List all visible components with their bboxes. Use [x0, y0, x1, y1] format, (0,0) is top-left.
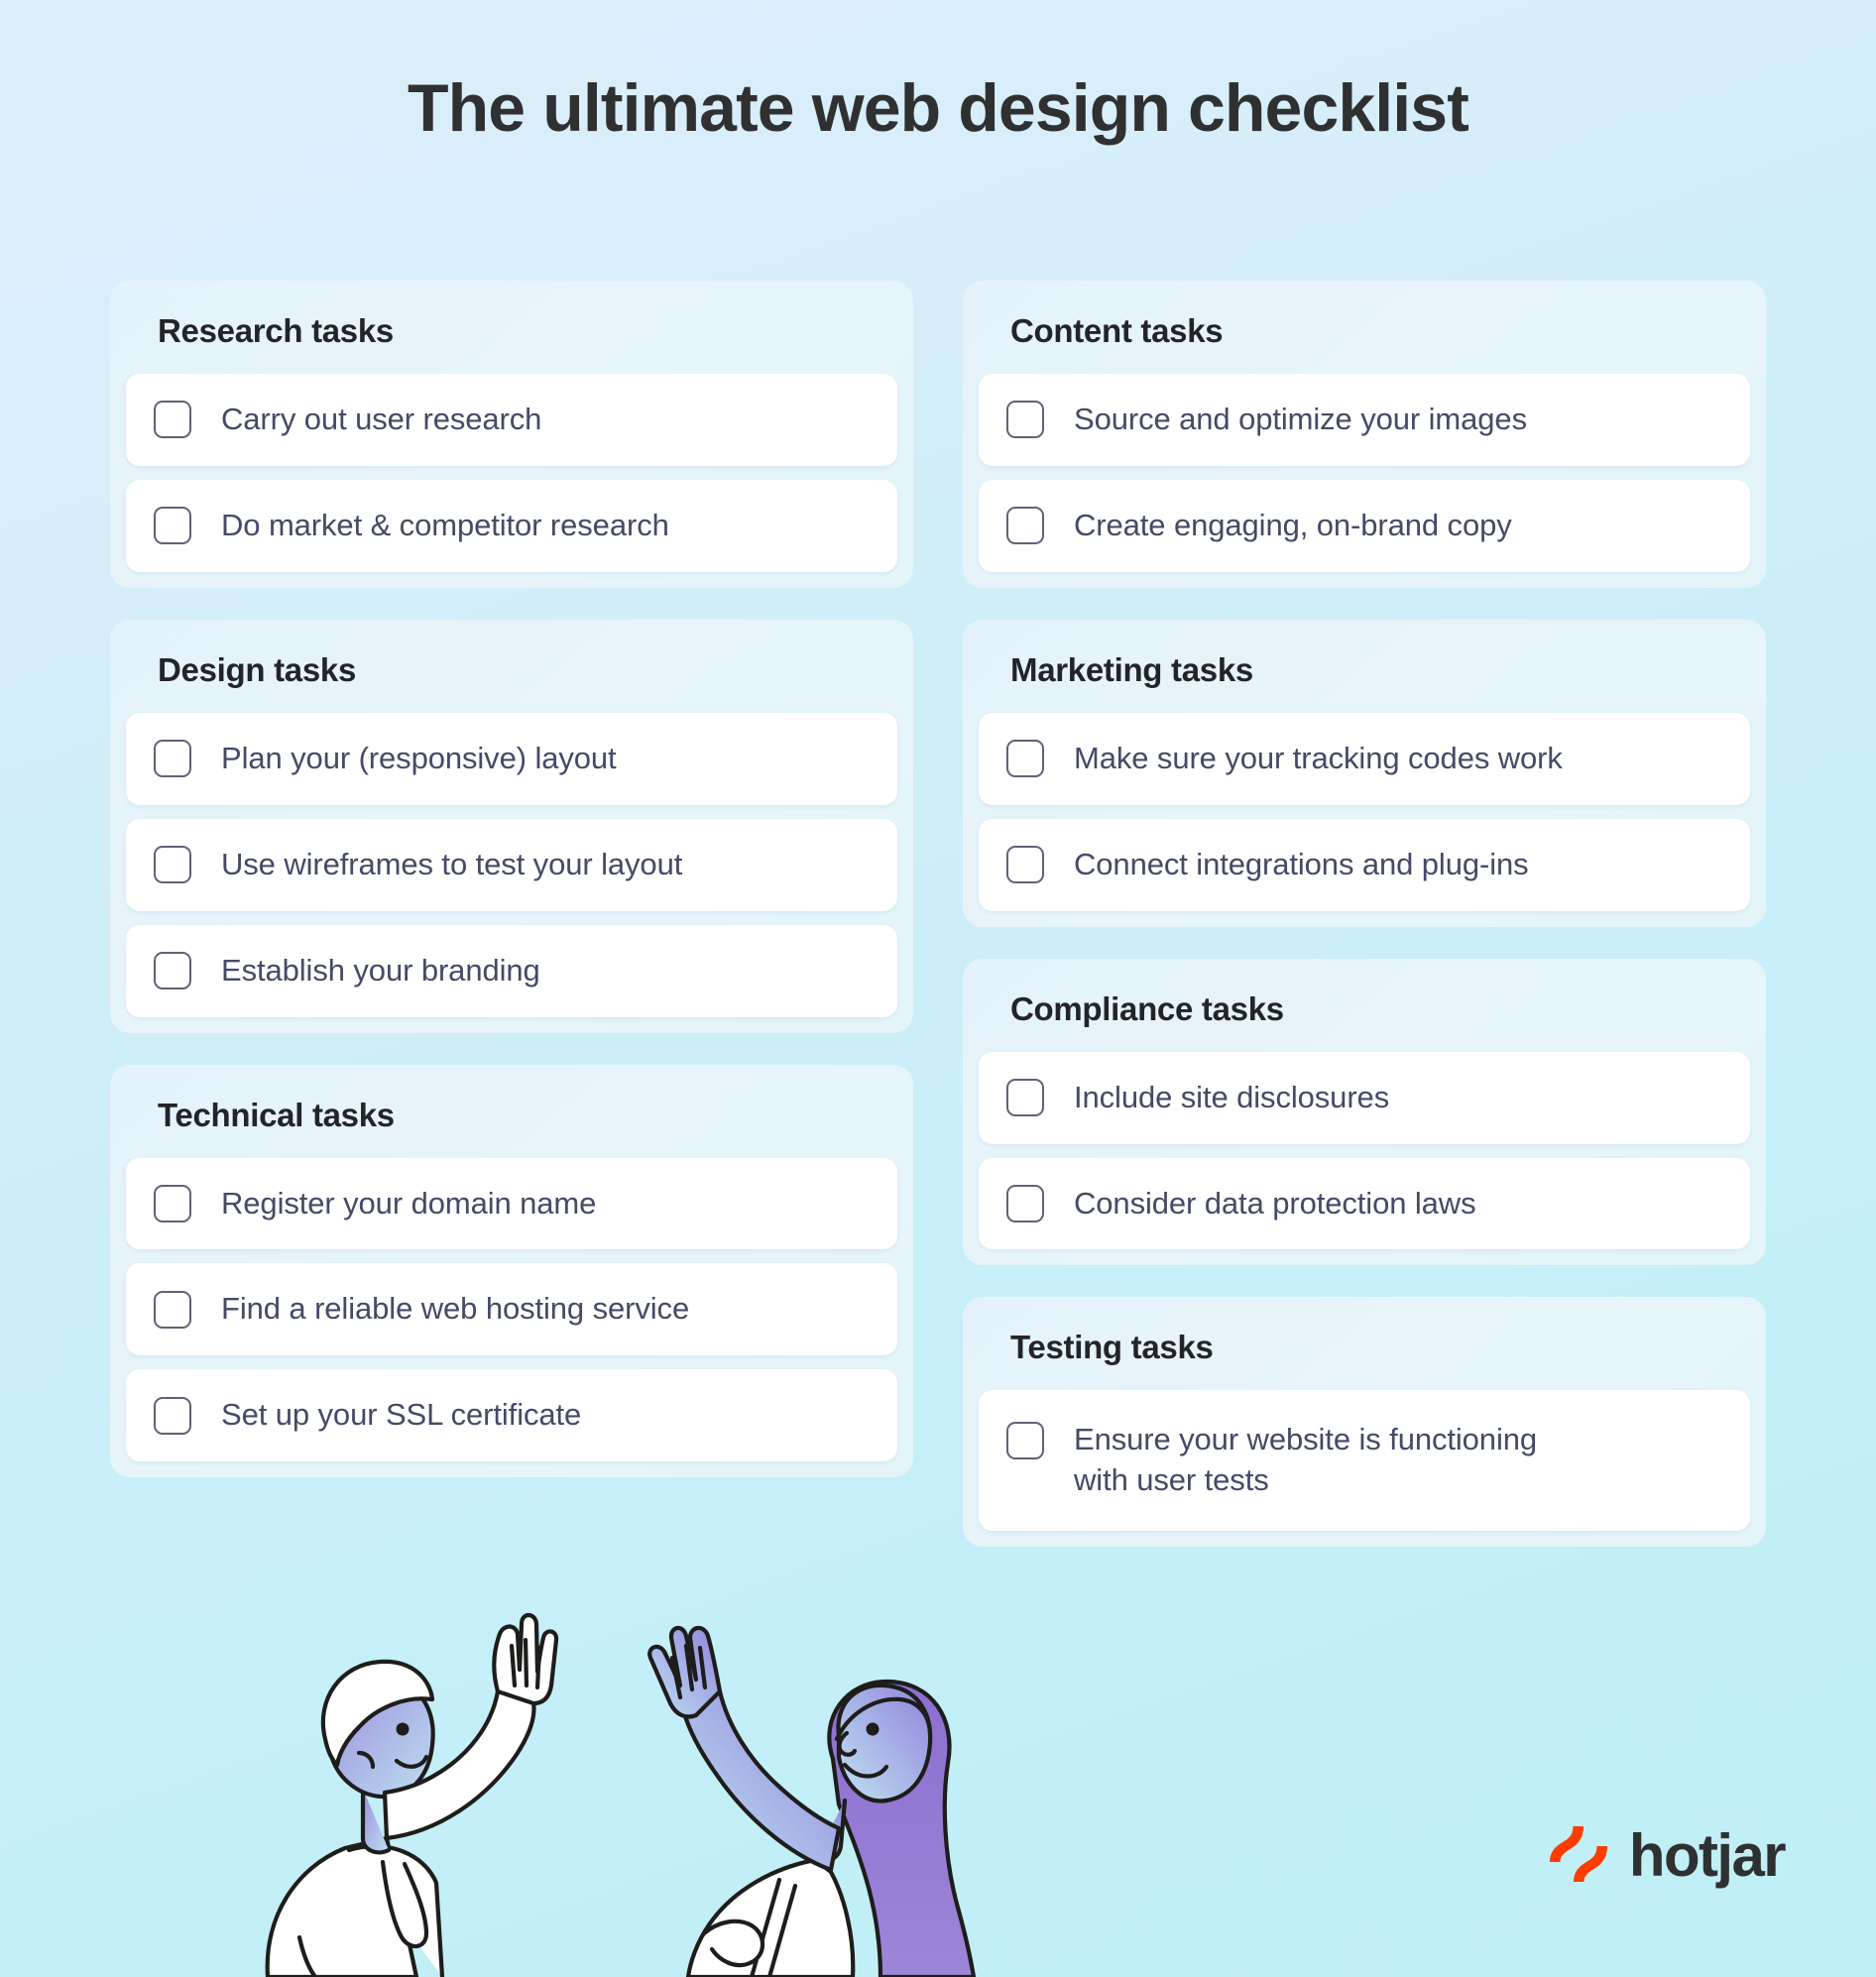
- task-label: Establish your branding: [221, 952, 540, 988]
- checkbox-icon[interactable]: [1006, 507, 1044, 545]
- task-row[interactable]: Include site disclosures: [979, 1051, 1750, 1144]
- task-row[interactable]: Set up your SSL certificate: [126, 1369, 897, 1462]
- checklist-columns: Research tasks Carry out user research D…: [0, 281, 1876, 1548]
- section-testing: Testing tasks Ensure your website is fun…: [963, 1297, 1766, 1548]
- checkbox-icon[interactable]: [154, 846, 191, 884]
- task-label: Ensure your website is functioning with …: [1074, 1422, 1538, 1498]
- section-content: Content tasks Source and optimize your i…: [963, 281, 1766, 588]
- section-technical: Technical tasks Register your domain nam…: [110, 1064, 913, 1478]
- section-research: Research tasks Carry out user research D…: [110, 281, 913, 588]
- two-people-high-five-illustration: [265, 1612, 977, 1977]
- section-design: Design tasks Plan your (responsive) layo…: [110, 619, 913, 1033]
- task-label: Set up your SSL certificate: [221, 1397, 582, 1433]
- checkbox-icon[interactable]: [1006, 740, 1044, 778]
- hotjar-wordmark: hotjar: [1628, 1822, 1787, 1889]
- section-heading-research: Research tasks: [158, 312, 394, 349]
- task-row[interactable]: Carry out user research: [126, 374, 897, 466]
- task-label: Consider data protection laws: [1074, 1185, 1476, 1221]
- checklist-page: The ultimate web design checklist Resear…: [0, 0, 1876, 1977]
- checkbox-icon[interactable]: [154, 507, 191, 545]
- task-row[interactable]: Create engaging, on-brand copy: [979, 479, 1750, 572]
- task-label: Carry out user research: [221, 402, 542, 436]
- task-row[interactable]: Use wireframes to test your layout: [126, 818, 897, 911]
- task-label: Register your domain name: [221, 1185, 597, 1221]
- section-heading-marketing: Marketing tasks: [1010, 650, 1253, 688]
- section-heading-design: Design tasks: [158, 650, 356, 688]
- section-heading-testing: Testing tasks: [1010, 1329, 1214, 1366]
- checkbox-icon[interactable]: [154, 1290, 191, 1329]
- checkbox-icon[interactable]: [1006, 1184, 1044, 1222]
- checkbox-icon[interactable]: [1006, 846, 1044, 884]
- task-row[interactable]: Do market & competitor research: [126, 479, 897, 572]
- task-row[interactable]: Consider data protection laws: [979, 1157, 1750, 1250]
- section-heading-technical: Technical tasks: [158, 1096, 395, 1133]
- section-marketing: Marketing tasks Make sure your tracking …: [963, 619, 1766, 927]
- task-row[interactable]: Make sure your tracking codes work: [979, 712, 1750, 805]
- task-row[interactable]: Register your domain name: [126, 1157, 897, 1250]
- checkbox-icon[interactable]: [154, 1184, 191, 1222]
- hotjar-logo: hotjar: [1549, 1822, 1787, 1889]
- checkbox-icon[interactable]: [154, 740, 191, 778]
- checkbox-icon[interactable]: [154, 952, 191, 990]
- task-label: Connect integrations and plug-ins: [1074, 846, 1529, 881]
- hotjar-flame-icon: [1549, 1826, 1607, 1882]
- section-heading-compliance: Compliance tasks: [1010, 989, 1284, 1027]
- task-label: Find a reliable web hosting service: [221, 1291, 690, 1327]
- task-row[interactable]: Find a reliable web hosting service: [126, 1263, 897, 1356]
- right-column: Content tasks Source and optimize your i…: [963, 281, 1766, 1548]
- checkbox-icon[interactable]: [1006, 1422, 1044, 1460]
- task-label: Plan your (responsive) layout: [221, 740, 617, 775]
- task-row[interactable]: Ensure your website is functioning with …: [979, 1390, 1750, 1532]
- page-title: The ultimate web design checklist: [408, 70, 1469, 146]
- task-row[interactable]: Connect integrations and plug-ins: [979, 818, 1750, 911]
- checkbox-icon[interactable]: [154, 401, 191, 439]
- task-label: Include site disclosures: [1074, 1079, 1390, 1114]
- task-label: Do market & competitor research: [221, 507, 669, 542]
- section-heading-content: Content tasks: [1010, 312, 1224, 349]
- checkbox-icon[interactable]: [1006, 1079, 1044, 1117]
- task-row[interactable]: Plan your (responsive) layout: [126, 712, 897, 805]
- task-label: Source and optimize your images: [1074, 402, 1527, 436]
- task-label: Make sure your tracking codes work: [1074, 740, 1563, 775]
- checkbox-icon[interactable]: [154, 1396, 191, 1435]
- section-compliance: Compliance tasks Include site disclosure…: [963, 958, 1766, 1266]
- left-column: Research tasks Carry out user research D…: [110, 281, 913, 1478]
- task-label: Use wireframes to test your layout: [221, 846, 683, 881]
- task-row[interactable]: Source and optimize your images: [979, 374, 1750, 466]
- task-row[interactable]: Establish your branding: [126, 924, 897, 1017]
- checkbox-icon[interactable]: [1006, 401, 1044, 439]
- task-label: Create engaging, on-brand copy: [1074, 507, 1512, 542]
